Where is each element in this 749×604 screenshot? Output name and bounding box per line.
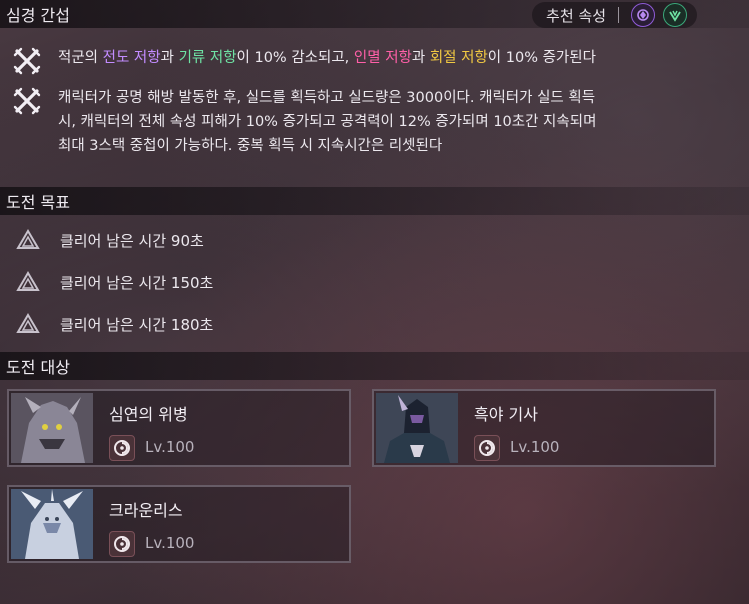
- target-name: 크라운리스: [109, 501, 183, 520]
- target-level: Lv.100: [145, 438, 195, 456]
- target-card-1[interactable]: 심연의 위병 Lv.100: [7, 389, 351, 467]
- target-level: Lv.100: [145, 534, 195, 552]
- keyword-spectro-res: 회절 저항: [429, 50, 488, 66]
- boss-portrait: [11, 393, 93, 463]
- recommended-elements: 추천 속성: [532, 2, 697, 28]
- goal-item: 클리어 남은 시간 150초: [16, 270, 213, 294]
- triangle-emblem-icon: [16, 313, 40, 333]
- effect-text-2: 캐릭터가 공명 해방 발동한 후, 실드를 획득하고 실드량은 3000이다. …: [58, 90, 597, 154]
- keyword-conduction-res: 전도 저항: [102, 50, 161, 66]
- havoc-element-icon: [109, 435, 135, 461]
- target-card-2[interactable]: 흑야 기사 Lv.100: [372, 389, 716, 467]
- keyword-havoc-res: 인멸 저항: [353, 50, 412, 66]
- section-header-goals: 도전 목표: [0, 187, 749, 215]
- goal-item: 클리어 남은 시간 180초: [16, 312, 213, 336]
- section-title: 도전 대상: [6, 358, 70, 377]
- havoc-element-icon: [474, 435, 500, 461]
- section-title: 심경 간섭: [6, 6, 70, 25]
- boss-portrait: [376, 393, 458, 463]
- section-title: 도전 목표: [6, 193, 70, 212]
- section-header-targets: 도전 대상: [0, 352, 749, 380]
- triangle-emblem-icon: [16, 271, 40, 291]
- target-name: 흑야 기사: [474, 405, 538, 424]
- effect-text-1: 적군의 전도 저항과 기류 저항이 10% 감소되고, 인멸 저항과 회절 저항…: [58, 50, 596, 66]
- goal-item: 클리어 남은 시간 90초: [16, 228, 204, 252]
- crossed-swords-icon: [13, 47, 41, 75]
- divider: [618, 7, 619, 23]
- triangle-emblem-icon: [16, 229, 40, 249]
- effect-row-1: 적군의 전도 저항과 기류 저항이 10% 감소되고, 인멸 저항과 회절 저항…: [12, 46, 737, 76]
- crossed-swords-icon: [13, 87, 41, 115]
- target-level: Lv.100: [510, 438, 560, 456]
- purple-element-icon[interactable]: [631, 3, 655, 27]
- keyword-aero-res: 기류 저항: [178, 50, 237, 66]
- target-card-3[interactable]: 크라운리스 Lv.100: [7, 485, 351, 563]
- effect-row-2: 캐릭터가 공명 해방 발동한 후, 실드를 획득하고 실드량은 3000이다. …: [12, 86, 737, 158]
- recommended-label: 추천 속성: [546, 6, 606, 25]
- green-element-icon[interactable]: [663, 3, 687, 27]
- boss-portrait: [11, 489, 93, 559]
- target-name: 심연의 위병: [109, 405, 188, 424]
- havoc-element-icon: [109, 531, 135, 557]
